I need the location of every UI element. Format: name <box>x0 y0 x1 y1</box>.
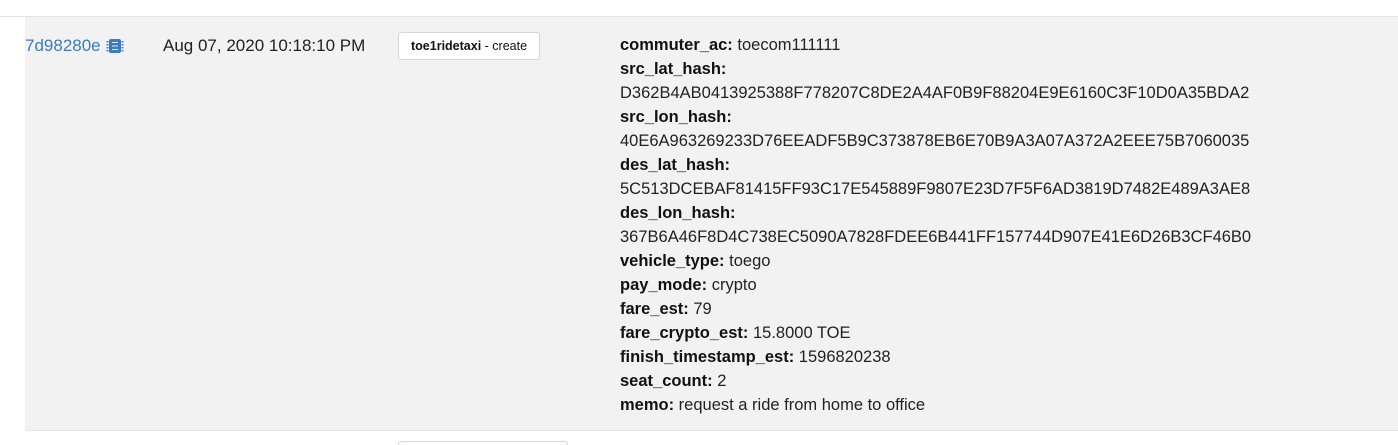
transaction-timestamp: Aug 07, 2020 10:18:10 PM <box>163 36 366 55</box>
field-key: commuter_ac: <box>620 36 733 54</box>
field-key: vehicle_type: <box>620 252 725 270</box>
field-seat-count: seat_count: 2 <box>620 369 1251 393</box>
field-value: 2 <box>712 372 727 390</box>
transaction-id[interactable]: 7d98280e <box>25 36 101 56</box>
field-value: crypto <box>707 276 757 294</box>
action-badge[interactable]: toe1ridetaxi - create <box>398 32 541 60</box>
field-vehicle-type: vehicle_type: toego <box>620 249 1251 273</box>
field-commuter-ac: commuter_ac: toecom111111 <box>620 33 1251 57</box>
field-value: 367B6A46F8D4C738EC5090A7828FDEE6B441FF15… <box>620 228 1252 246</box>
field-key: des_lat_hash: <box>620 156 731 174</box>
field-value: D362B4AB0413925388F778207C8DE2A4AF0B9F88… <box>620 84 1250 102</box>
table-row: 7d98280e Aug 07, 2020 10:18:10 PM toe1ri… <box>25 17 1398 431</box>
field-value: toecom111111 <box>732 36 841 54</box>
field-des-lat-hash: des_lat_hash: <box>620 153 1251 177</box>
field-key: pay_mode: <box>620 276 708 294</box>
field-key: finish_timestamp_est: <box>620 348 795 366</box>
field-key: des_lon_hash: <box>620 204 736 222</box>
field-value: 40E6A963269233D76EEADF5B9C373878EB6E70B9… <box>620 132 1250 150</box>
field-value: 79 <box>688 300 712 318</box>
field-key: src_lon_hash: <box>620 108 732 126</box>
transaction-id-link[interactable]: 7d98280e <box>25 36 125 56</box>
field-pay-mode: pay_mode: crypto <box>620 273 1251 297</box>
action-data: commuter_ac: toecom111111 src_lat_hash: D3… <box>620 33 1251 417</box>
field-value: 15.8000 TOE <box>748 324 851 342</box>
field-value: request a ride from home to office <box>674 396 926 414</box>
field-value: 5C513DCEBAF81415FF93C17E545889F9807E23D7… <box>620 180 1251 198</box>
field-fare-est: fare_est: 79 <box>620 297 1251 321</box>
field-src-lon-hash: src_lon_hash: <box>620 105 1251 129</box>
field-finish-timestamp-est: finish_timestamp_est: 1596820238 <box>620 345 1251 369</box>
next-row-edge <box>0 431 1398 445</box>
action-name: create <box>492 39 528 53</box>
field-des-lon-hash: des_lon_hash: <box>620 201 1251 225</box>
action-contract: toe1ridetaxi <box>411 39 482 53</box>
field-key: memo: <box>620 396 675 414</box>
field-key: seat_count: <box>620 372 713 390</box>
field-value: 1596820238 <box>794 348 891 366</box>
next-row-badge-edge <box>398 441 568 445</box>
field-key: src_lat_hash: <box>620 60 727 78</box>
field-src-lat-hash: src_lat_hash: <box>620 57 1251 81</box>
field-key: fare_est: <box>620 300 689 318</box>
field-key: fare_crypto_est: <box>620 324 749 342</box>
field-value: toego <box>724 252 771 270</box>
field-fare-crypto-est: fare_crypto_est: 15.8000 TOE <box>620 321 1251 345</box>
field-memo: memo: request a ride from home to office <box>620 393 1251 417</box>
cpu-chip-icon <box>106 39 124 53</box>
previous-row-edge <box>0 0 1398 17</box>
action-separator: - <box>481 39 493 53</box>
